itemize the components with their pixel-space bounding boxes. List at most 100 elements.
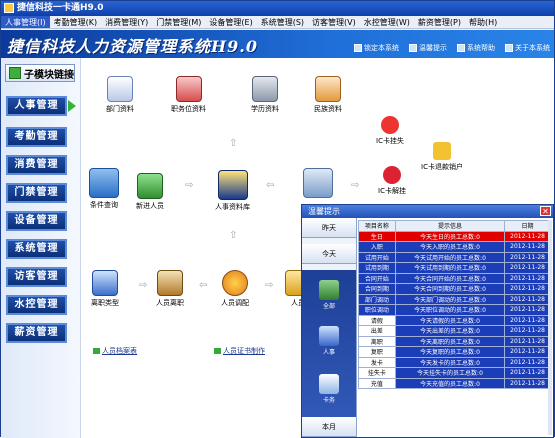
node-label: 职务位资料 (171, 105, 206, 113)
table-row[interactable]: 生日 今天生日的员工总数:0 2012-11-28 (358, 230, 551, 242)
search-button[interactable]: 条件查询 (89, 168, 119, 210)
pane-item-card[interactable]: 卡务 (315, 374, 343, 404)
tips-table: 项目名称 提示信息 日期 生日 今天生日的员工总数:0 2012-11-28 入职 今天… (358, 220, 551, 389)
node-label: 部门资料 (106, 105, 134, 113)
table-row[interactable]: 充值 今天充值的员工总数:0 2012-11-28 (358, 377, 551, 389)
cell-info: 今天部门调动的员工总数:0 (394, 293, 506, 305)
pane-item-all[interactable]: 全部 (315, 280, 343, 310)
node-ic-loss[interactable]: IC卡挂失 (376, 116, 404, 146)
menu-item-hr[interactable]: 人事管理(I) (1, 16, 50, 28)
menu-item-attendance[interactable]: 考勤管理(K) (50, 16, 102, 28)
node-new-staff[interactable]: 新进人员 (136, 173, 164, 211)
sidebar-item-attendance[interactable]: 考勤管理 (6, 127, 67, 147)
table-row[interactable]: 出差 今天出差的员工总数:0 2012-11-28 (358, 325, 551, 337)
database-icon (217, 170, 248, 200)
sidebar-item-visitor[interactable]: 访客管理 (6, 267, 67, 287)
title-bar: 捷信科技一卡通H9.0 (1, 1, 554, 16)
node-device-card[interactable] (303, 168, 333, 200)
table-row[interactable]: 试用到期 今天试用到期的员工总数:0 2012-11-28 (358, 262, 551, 274)
tab-today[interactable]: 今天 (302, 244, 356, 264)
sidebar-item-consumption[interactable]: 消费管理 (6, 155, 67, 175)
banner-title: 捷信科技人力资源管理系统H9.0 (7, 37, 258, 56)
table-row[interactable]: 合同到期 今天合同到期的员工总数:0 2012-11-28 (358, 283, 551, 295)
node-position[interactable]: 职务位资料 (171, 76, 206, 114)
menu-item-visitor[interactable]: 访客管理(V) (308, 16, 360, 28)
banner: 捷信科技人力资源管理系统H9.0 锁定本系统 温馨提示 系统帮助 关于本系统 (1, 30, 554, 58)
pane-item-hr[interactable]: 人事 (315, 326, 343, 356)
sidebar-item-access[interactable]: 门禁管理 (6, 183, 67, 203)
cell-date: 2012-11-28 (504, 314, 551, 326)
card-unlock-icon (382, 166, 401, 184)
cell-info: 今天请假的员工总数:0 (394, 314, 506, 326)
arrow-right-icon: ⇨ (351, 180, 360, 191)
node-label: 民族资料 (314, 105, 342, 113)
app-window: 捷信科技一卡通H9.0 人事管理(I) 考勤管理(K) 消费管理(Y) 门禁管理… (0, 0, 555, 438)
node-resign-type[interactable]: 离职类型 (91, 270, 119, 308)
link-label: 人员档案表 (102, 347, 137, 355)
scrollbar[interactable] (548, 220, 552, 435)
table-row[interactable]: 职位调动 今天职位调动的员工总数:0 2012-11-28 (358, 304, 551, 316)
cell-date: 2012-11-28 (504, 367, 551, 379)
sidebar-item-hr[interactable]: 人事管理 (6, 96, 67, 116)
help-link[interactable]: 系统帮助 (457, 43, 495, 53)
lock-system-link[interactable]: 锁定本系统 (354, 43, 399, 53)
cell-info: 今天离职的员工总数:0 (394, 335, 506, 347)
node-resignation[interactable]: 人员离职 (156, 270, 184, 308)
staff-archive-link[interactable]: 人员档案表 (93, 346, 137, 356)
node-education[interactable]: 学历资料 (251, 76, 279, 114)
folder-icon (107, 76, 133, 102)
menu-item-consumption[interactable]: 消费管理(Y) (101, 16, 152, 28)
menu-item-help[interactable]: 帮助(H) (465, 16, 501, 28)
table-row[interactable]: 离职 今天离职的员工总数:0 2012-11-28 (358, 335, 551, 347)
table-row[interactable]: 发卡 今天发卡的员工总数:0 2012-11-28 (358, 356, 551, 368)
menu-item-water[interactable]: 水控管理(W) (360, 16, 414, 28)
help-icon (457, 44, 465, 52)
table-row[interactable]: 入职 今天入职的员工总数:0 2012-11-28 (358, 241, 551, 253)
about-link[interactable]: 关于本系统 (505, 43, 550, 53)
table-row[interactable]: 部门调动 今天部门调动的员工总数:0 2012-11-28 (358, 293, 551, 305)
lock-system-label: 锁定本系统 (364, 44, 399, 52)
sidebar-header-label: 子模块链接 (24, 69, 74, 81)
certificate-link[interactable]: 人员证书制作 (214, 346, 265, 356)
menu-item-system[interactable]: 系统管理(S) (257, 16, 308, 28)
table-row[interactable]: 复职 今天复职的员工总数:0 2012-11-28 (358, 346, 551, 358)
arrow-down-icon: ⇧ (229, 230, 238, 241)
pane-label: 全部 (322, 303, 335, 310)
menu-item-device[interactable]: 设备管理(E) (205, 16, 256, 28)
table-row[interactable]: 试用开始 今天试用开始的员工总数:0 2012-11-28 (358, 251, 551, 263)
search-label: 条件查询 (90, 201, 118, 209)
table-row[interactable]: 挂失卡 今天挂失卡的员工总数:0 2012-11-28 (358, 367, 551, 379)
cell-info: 今天生日的员工总数:0 (394, 230, 506, 242)
menu-item-salary[interactable]: 薪资管理(P) (414, 16, 465, 28)
node-hr-database[interactable]: 人事资料库 (215, 170, 250, 212)
node-label: 离职类型 (91, 299, 119, 307)
all-icon (319, 280, 339, 300)
cell-info: 今天试用到期的员工总数:0 (394, 262, 506, 274)
node-ic-unlock[interactable]: IC卡解挂 (378, 166, 406, 196)
node-department[interactable]: 部门资料 (106, 76, 134, 114)
node-transfer[interactable]: 人员调配 (221, 270, 249, 308)
column-header-date: 日期 (504, 220, 551, 232)
node-label: 人事资料库 (215, 203, 250, 211)
refund-icon (432, 142, 451, 160)
sidebar-item-device[interactable]: 设备管理 (6, 211, 67, 231)
node-ethnicity[interactable]: 民族资料 (314, 76, 342, 114)
close-icon[interactable]: ✕ (540, 206, 551, 216)
menu-item-access[interactable]: 门禁管理(M) (152, 16, 205, 28)
cell-info: 今天入职的员工总数:0 (394, 241, 506, 253)
tips-link[interactable]: 温馨提示 (409, 43, 447, 53)
table-row[interactable]: 请假 今天请假的员工总数:0 2012-11-28 (358, 314, 551, 326)
cell-date: 2012-11-28 (504, 241, 551, 253)
node-ic-refund[interactable]: IC卡退款销户 (421, 142, 463, 172)
tab-month[interactable]: 本月 (302, 417, 356, 437)
card-reader-icon (303, 168, 333, 198)
pane-label: 卡务 (322, 397, 335, 404)
cell-date: 2012-11-28 (504, 283, 551, 295)
tab-yesterday[interactable]: 昨天 (302, 218, 356, 238)
cell-name: 部门调动 (358, 293, 396, 305)
pane-label: 人事 (322, 349, 335, 356)
sidebar-item-salary[interactable]: 薪资管理 (6, 323, 67, 343)
sidebar-item-system[interactable]: 系统管理 (6, 239, 67, 259)
table-row[interactable]: 合同开始 今天合同开始的员工总数:0 2012-11-28 (358, 272, 551, 284)
sidebar-item-water[interactable]: 水控管理 (6, 295, 67, 315)
